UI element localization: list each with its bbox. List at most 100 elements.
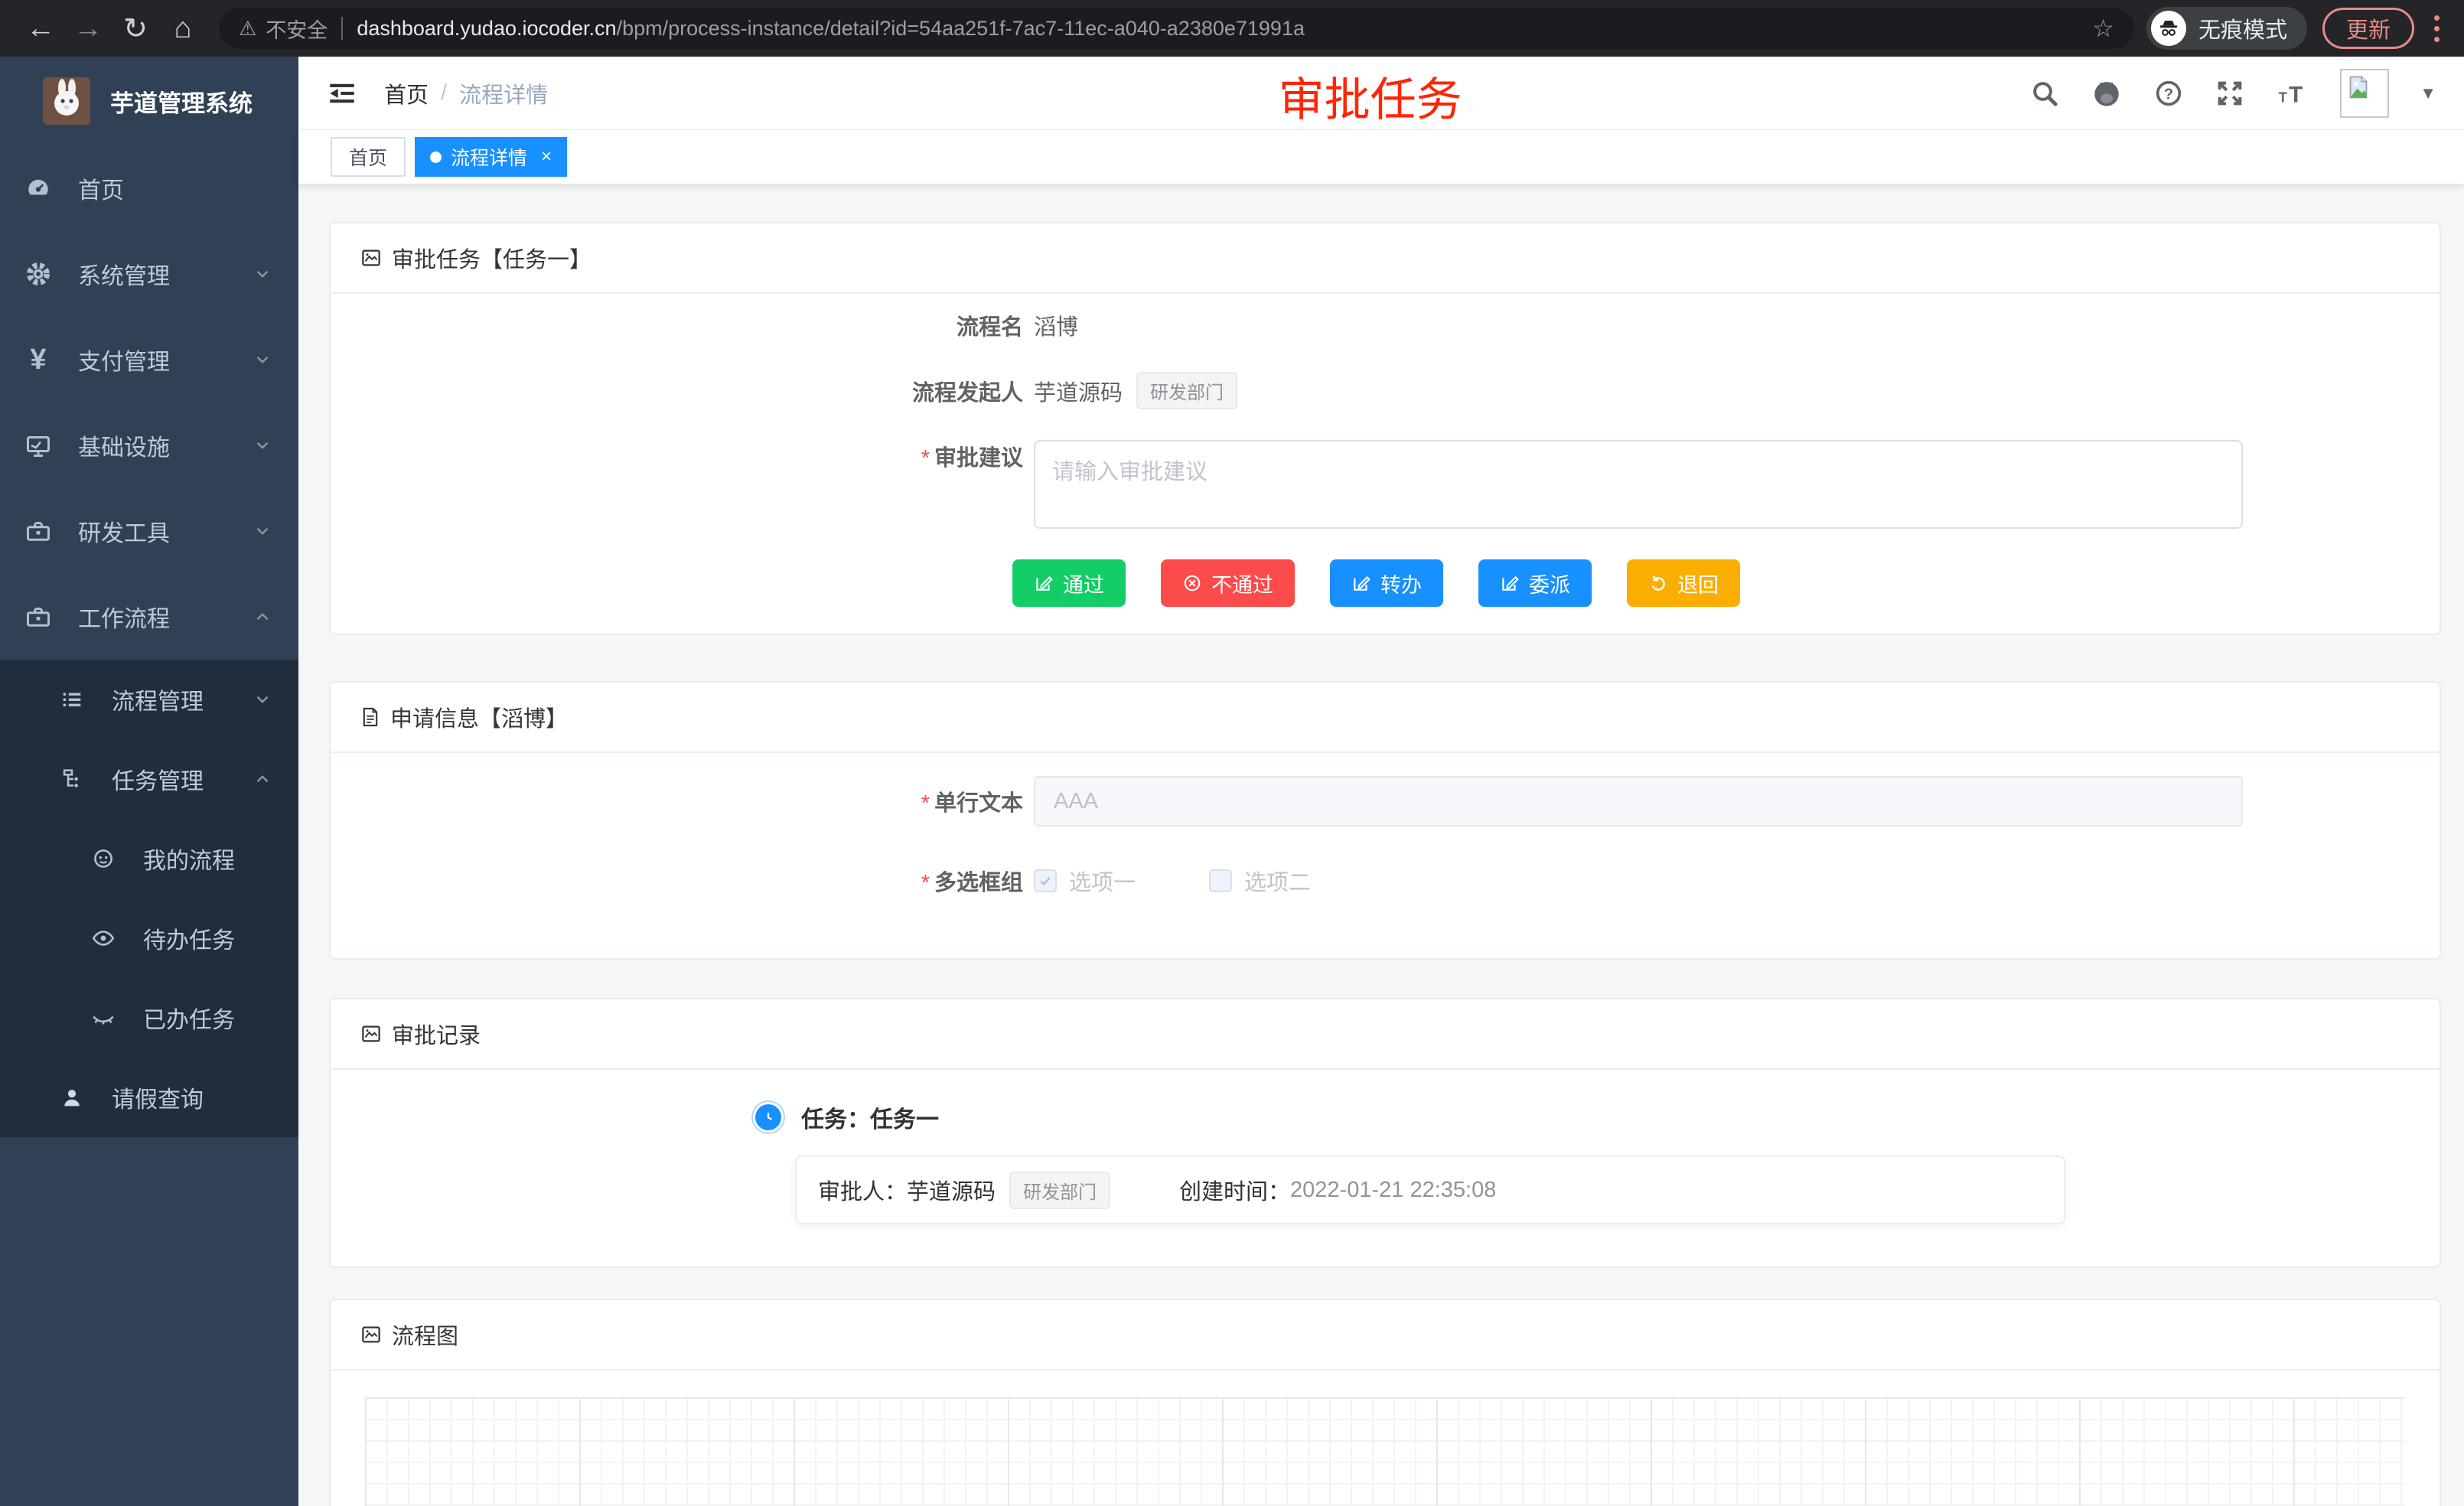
process-name-value: 滔博 [1034, 309, 1078, 341]
sidebar-item-label: 我的流程 [143, 842, 272, 875]
fullscreen-icon[interactable] [2215, 78, 2245, 109]
sidebar-item-my-process[interactable]: 我的流程 [0, 819, 298, 898]
sidebar-item-process-mgmt[interactable]: 流程管理 [0, 660, 298, 739]
required-marker: * [921, 446, 930, 471]
briefcase-icon [21, 603, 55, 631]
toolbox-icon [21, 517, 55, 545]
github-icon[interactable] [2091, 77, 2123, 109]
sidebar-item-home[interactable]: 首页 [0, 145, 298, 231]
apply-info-card: 申请信息【滔博】 *单行文本 AAA *多选框组 [329, 681, 2441, 960]
sidebar-item-payment[interactable]: ¥ 支付管理 [0, 317, 298, 403]
app-title: 芋道管理系统 [110, 84, 253, 119]
user-icon [55, 1084, 89, 1110]
picture-icon [360, 246, 383, 269]
dept-tag: 研发部门 [1009, 1172, 1110, 1209]
broken-image-icon [2345, 73, 2372, 101]
tab-home[interactable]: 首页 [331, 137, 406, 177]
transfer-button[interactable]: 转办 [1330, 559, 1443, 607]
action-buttons: 通过 不通过 转办 [331, 559, 2440, 607]
initiator-row: 流程发起人 芋道源码 研发部门 [331, 372, 2440, 409]
search-icon[interactable] [2029, 78, 2060, 109]
logo-rabbit-image [43, 77, 90, 125]
tab-process-detail[interactable]: 流程详情 × [415, 137, 567, 177]
breadcrumb-home[interactable]: 首页 [384, 77, 429, 109]
initiator-label: 流程发起人 [331, 375, 1023, 407]
comment-label: *审批建议 [331, 440, 1023, 472]
eye-open-icon [86, 925, 120, 951]
omnibox-divider [341, 17, 343, 40]
approve-task-card: 审批任务【任务一】 流程名 滔博 流程发起人 芋道源码 研发部门 [329, 222, 2441, 635]
eye-closed-icon [86, 1005, 120, 1031]
edit-icon [1351, 573, 1371, 593]
browser-toolbar: ← → ↻ ⌂ ⚠ 不安全 dashboard.yudao.iocoder.cn… [0, 0, 2464, 57]
reload-icon[interactable]: ↻ [112, 11, 159, 46]
page-content: 审批任务【任务一】 流程名 滔博 流程发起人 芋道源码 研发部门 [298, 184, 2464, 1506]
address-bar[interactable]: ⚠ 不安全 dashboard.yudao.iocoder.cn /bpm/pr… [219, 8, 2134, 49]
return-button[interactable]: 退回 [1627, 559, 1740, 607]
browser-menu-icon[interactable] [2427, 15, 2447, 42]
process-diagram-card: 流程图 [329, 1299, 2441, 1506]
process-name-label: 流程名 [331, 309, 1023, 341]
sidebar-item-label: 基础设施 [78, 429, 253, 462]
breadcrumb-current: 流程详情 [459, 77, 548, 109]
checkbox-group-label: *多选框组 [331, 865, 1023, 897]
sidebar-item-devtools[interactable]: 研发工具 [0, 488, 298, 574]
bpmn-canvas[interactable] [365, 1397, 2405, 1506]
back-icon[interactable]: ← [17, 12, 64, 45]
yen-icon: ¥ [21, 345, 55, 374]
delegate-button[interactable]: 委派 [1478, 559, 1592, 607]
chevron-down-icon [253, 350, 272, 370]
not-secure-icon: ⚠ [239, 17, 256, 41]
checkbox-unchecked-icon [1209, 869, 1232, 892]
close-icon[interactable]: × [541, 146, 552, 168]
avatar[interactable] [2340, 69, 2389, 118]
required-marker: * [921, 871, 930, 895]
checkbox-group: 选项一 选项二 [1034, 865, 1384, 897]
monitor-icon [21, 432, 55, 459]
sidebar-item-leave-query[interactable]: 请假查询 [0, 1058, 298, 1137]
approve-button[interactable]: 通过 [1012, 559, 1126, 607]
workflow-submenu: 流程管理 任务管理 [0, 660, 298, 1137]
sidebar-collapse-icon[interactable] [326, 77, 358, 109]
font-size-icon[interactable]: T T [2276, 78, 2309, 109]
breadcrumb: 首页 / 流程详情 [384, 77, 548, 109]
help-icon[interactable]: ? [2153, 78, 2184, 109]
sidebar-item-done-tasks[interactable]: 已办任务 [0, 978, 298, 1058]
svg-text:T: T [2279, 89, 2287, 105]
task-title: 任务：任务一 [801, 1100, 939, 1134]
chevron-up-icon [253, 769, 272, 789]
chevron-up-icon [253, 607, 272, 627]
comment-row: *审批建议 [331, 440, 2440, 529]
forward-icon[interactable]: → [64, 12, 112, 45]
comment-textarea[interactable] [1034, 440, 2243, 529]
bookmark-star-icon[interactable]: ☆ [2092, 14, 2114, 43]
incognito-badge: 无痕模式 [2146, 7, 2307, 50]
sidebar-item-infra[interactable]: 基础设施 [0, 403, 298, 488]
sidebar-item-todo-tasks[interactable]: 待办任务 [0, 898, 298, 978]
reject-button[interactable]: 不通过 [1161, 559, 1295, 607]
sidebar-item-system[interactable]: 系统管理 [0, 231, 298, 317]
list-icon [55, 686, 89, 712]
chevron-down-icon [253, 264, 272, 284]
approve-record-card: 审批记录 任务：任务一 审批人： 芋道源码 研发部门 [329, 998, 2441, 1268]
sidebar-item-task-mgmt[interactable]: 任务管理 [0, 739, 298, 819]
sidebar-item-workflow[interactable]: 工作流程 [0, 574, 298, 660]
face-icon [86, 846, 120, 872]
sidebar-item-label: 系统管理 [78, 257, 253, 291]
breadcrumb-separator: / [441, 80, 447, 106]
gear-icon [21, 260, 55, 288]
chevron-down-icon[interactable]: ▼ [2420, 83, 2436, 103]
sidebar: 芋道管理系统 首页 系统管理 [0, 57, 298, 1506]
header-actions: ? T T [2029, 69, 2436, 118]
app-logo[interactable]: 芋道管理系统 [0, 57, 298, 145]
chrome-update-button[interactable]: 更新 [2322, 8, 2414, 49]
single-text-label: *单行文本 [331, 785, 1023, 817]
page-header: 首页 / 流程详情 审批任务 [298, 57, 2464, 130]
active-tab-dot [430, 152, 442, 163]
checkbox-checked-icon [1034, 869, 1057, 892]
chevron-down-icon [253, 521, 272, 541]
svg-text:?: ? [2164, 86, 2173, 103]
home-icon[interactable]: ⌂ [159, 12, 207, 45]
sidebar-item-label: 请假查询 [112, 1081, 272, 1114]
timeline-node: 任务：任务一 [755, 1100, 2440, 1134]
